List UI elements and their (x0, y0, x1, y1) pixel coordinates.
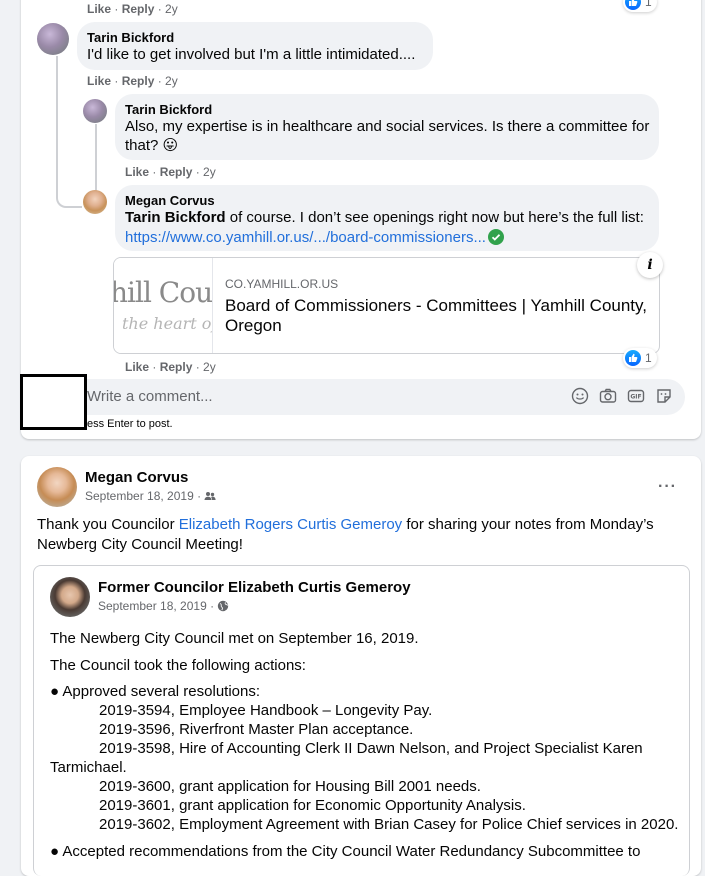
shared-text-line: 2019-3596, Riverfront Master Plan accept… (99, 721, 414, 738)
link-preview-title[interactable]: Board of Commissioners - Committees | Ya… (225, 296, 655, 336)
comment-time[interactable]: 2y (165, 2, 178, 16)
comment-actions: Like · Reply · 2y (87, 74, 178, 88)
post-text: Thank you Councilor Elizabeth Rogers Cur… (37, 516, 654, 533)
shared-text-line: Tarmichael. (50, 759, 127, 776)
comment-actions: Like · Reply · 2y (125, 165, 216, 179)
mention-link[interactable]: Elizabeth Rogers Curtis Gemeroy (179, 516, 402, 533)
post-author[interactable]: Megan Corvus (85, 469, 188, 486)
composer-hint: ess Enter to post. (87, 418, 173, 430)
avatar[interactable] (83, 190, 107, 214)
comment-text: Also, my expertise is in healthcare and … (125, 118, 650, 135)
shared-text-line: The Council took the following actions: (50, 657, 306, 674)
comment-input-placeholder: Write a comment... (87, 388, 213, 405)
shared-post-date[interactable]: September 18, 2019 · (98, 599, 229, 613)
shared-text-line: 2019-3600, grant application for Housing… (99, 778, 481, 795)
like-reaction-icon (625, 350, 641, 366)
comment-actions: Like · Reply · 2y (125, 360, 216, 374)
emoji-icon[interactable] (571, 387, 589, 405)
reaction-count[interactable]: 1 (623, 0, 657, 12)
camera-icon[interactable] (599, 387, 617, 405)
mention-link[interactable]: Tarin Bickford (125, 209, 226, 226)
sticker-icon[interactable] (655, 387, 673, 405)
more-options-icon[interactable]: ··· (658, 478, 677, 496)
comment-text-line2: that? 😛 (125, 137, 179, 154)
like-link[interactable]: Like (87, 74, 111, 88)
comment-time[interactable]: 2y (203, 165, 216, 179)
comment-author[interactable]: Megan Corvus (125, 193, 215, 208)
comment-author[interactable]: Tarin Bickford (87, 30, 174, 45)
info-icon[interactable]: i (637, 252, 663, 278)
like-link[interactable]: Like (87, 2, 111, 16)
avatar[interactable] (50, 577, 90, 617)
link-preview-domain: CO.YAMHILL.OR.US (225, 277, 339, 291)
shared-text-line: 2019-3598, Hire of Accounting Clerk II D… (99, 740, 643, 757)
link-preview[interactable]: hill Coun the heart of CO.YAMHILL.OR.US … (113, 257, 660, 354)
thread-line (56, 56, 82, 208)
shared-text-line: The Newberg City Council met on Septembe… (50, 630, 419, 647)
comment-input[interactable]: Write a comment... GIF (65, 379, 685, 415)
comment-text: Tarin Bickford of course. I don’t see op… (125, 209, 644, 226)
comment-time[interactable]: 2y (165, 74, 178, 88)
comment-actions: Like · Reply · 2y (87, 2, 178, 16)
reply-link[interactable]: Reply (160, 165, 193, 179)
shared-text-line: 2019-3602, Employment Agreement with Bri… (99, 816, 679, 833)
like-link[interactable]: Like (125, 360, 149, 374)
like-link[interactable]: Like (125, 165, 149, 179)
verified-check-icon (488, 229, 504, 245)
reaction-count[interactable]: 1 (623, 348, 657, 368)
post-date[interactable]: September 18, 2019 · (85, 489, 216, 503)
comment-url-link[interactable]: https://www.co.yamhill.or.us/.../board-c… (125, 228, 486, 247)
post-text-line2: Newberg City Council Meeting! (37, 536, 243, 553)
avatar[interactable] (37, 467, 77, 507)
gif-icon[interactable]: GIF (627, 387, 645, 405)
shared-text-line: 2019-3601, grant application for Economi… (99, 797, 526, 814)
reply-link[interactable]: Reply (160, 360, 193, 374)
avatar[interactable] (37, 23, 69, 55)
redaction-box (20, 374, 87, 430)
comment-author[interactable]: Tarin Bickford (125, 102, 212, 117)
svg-text:GIF: GIF (630, 394, 641, 401)
avatar[interactable] (83, 99, 107, 123)
link-preview-thumbnail: hill Coun the heart of (114, 258, 213, 353)
comment-time[interactable]: 2y (203, 360, 216, 374)
globe-icon (217, 600, 229, 612)
shared-text-line: ● Accepted recommendations from the City… (50, 843, 641, 860)
shared-text-line: ● Approved several resolutions: (50, 683, 261, 700)
reply-link[interactable]: Reply (122, 2, 155, 16)
shared-text-line: 2019-3594, Employee Handbook – Longevity… (99, 702, 433, 719)
comment-text: I'd like to get involved but I'm a littl… (87, 46, 416, 63)
like-reaction-icon (625, 0, 641, 10)
shared-post-author[interactable]: Former Councilor Elizabeth Curtis Gemero… (98, 579, 411, 596)
friends-audience-icon (204, 492, 216, 500)
reply-link[interactable]: Reply (122, 74, 155, 88)
